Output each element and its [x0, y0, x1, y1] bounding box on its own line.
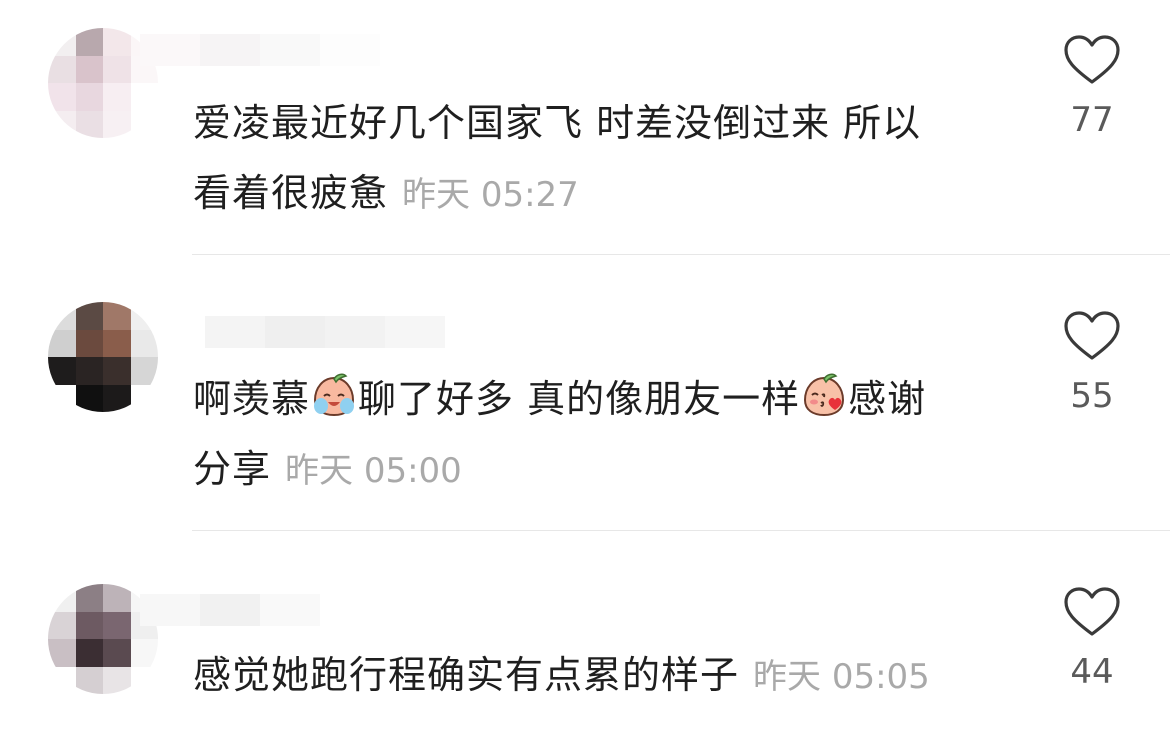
avatar-mosaic-cell: [103, 639, 131, 667]
comment-text-segment: 啊羡慕: [193, 377, 311, 421]
comment-text-line: 看着很疲惫 昨天 05:27: [193, 158, 1013, 230]
like-button[interactable]: 55: [1052, 310, 1132, 416]
username[interactable]: [205, 316, 445, 348]
avatar-mosaic-cell: [48, 110, 76, 138]
avatar-mosaic-cell: [75, 639, 103, 667]
comment-time: 昨天 05:05: [753, 657, 930, 697]
avatar-mosaic-cell: [103, 302, 131, 330]
comment-text-tail: 看着很疲惫: [193, 171, 389, 215]
avatar-mosaic-cell: [48, 55, 76, 83]
avatar-mosaic-cell: [103, 28, 131, 56]
avatar-mosaic-cell: [130, 666, 158, 694]
avatar-mosaic-cell: [103, 357, 131, 385]
avatar-mosaic-cell: [103, 611, 131, 639]
comment-text: 感觉她跑行程确实有点累的样子 昨天 05:05: [193, 640, 1013, 712]
avatar-mosaic-cell: [48, 28, 76, 56]
avatar-mosaic-cell: [130, 639, 158, 667]
comment-text-line: 分享 昨天 05:00: [193, 434, 1013, 506]
avatar-mosaic-cell: [48, 357, 76, 385]
avatar-mosaic-cell: [48, 83, 76, 111]
avatar[interactable]: [48, 302, 158, 412]
divider: [192, 530, 1170, 531]
comment-text-segment: 聊了好多 真的像朋友一样: [358, 377, 801, 421]
like-button[interactable]: 77: [1052, 34, 1132, 140]
like-count: 55: [1070, 376, 1114, 416]
avatar-mosaic-cell: [103, 83, 131, 111]
comment-time: 昨天 05:00: [285, 451, 462, 491]
crying-peach-emoji: [314, 373, 355, 417]
comment-text-line: 爱凌最近好几个国家飞 时差没倒过来 所以: [193, 101, 922, 145]
avatar-mosaic-cell: [103, 384, 131, 412]
avatar-mosaic-cell: [75, 302, 103, 330]
avatar-mosaic-cell: [130, 302, 158, 330]
comment-time: 昨天 05:27: [402, 175, 579, 215]
comment-text-line: 感觉她跑行程确实有点累的样子 昨天 05:05: [193, 640, 1013, 712]
like-button[interactable]: 44: [1052, 586, 1132, 692]
avatar-mosaic-cell: [48, 639, 76, 667]
comment-list: 爱凌最近好几个国家飞 时差没倒过来 所以 看着很疲惫 昨天 05:27 77 啊羡…: [0, 0, 1170, 736]
comment-text-segment: 感谢: [848, 377, 927, 421]
avatar-mosaic-cell: [48, 666, 76, 694]
comment-text-line: 啊羡慕 聊了好多 真的像朋友一样 感谢: [193, 364, 1013, 434]
avatar-mosaic-cell: [75, 28, 103, 56]
avatar-mosaic-cell: [75, 83, 103, 111]
avatar-mosaic-cell: [48, 384, 76, 412]
avatar-mosaic-cell: [75, 357, 103, 385]
avatar-mosaic-cell: [130, 357, 158, 385]
avatar-mosaic-cell: [48, 329, 76, 357]
divider: [192, 254, 1170, 255]
avatar-mosaic-cell: [103, 110, 131, 138]
avatar-mosaic-cell: [130, 329, 158, 357]
avatar-mosaic-cell: [103, 329, 131, 357]
avatar-mosaic-cell: [103, 55, 131, 83]
avatar-mosaic-cell: [130, 110, 158, 138]
avatar-mosaic-cell: [75, 384, 103, 412]
avatar-mosaic-cell: [130, 384, 158, 412]
avatar-mosaic-cell: [130, 83, 158, 111]
heart-icon: [1064, 587, 1120, 636]
avatar-mosaic-cell: [75, 55, 103, 83]
avatar-mosaic-cell: [75, 584, 103, 612]
avatar-mosaic-cell: [75, 329, 103, 357]
avatar-mosaic-cell: [103, 666, 131, 694]
like-count: 44: [1070, 652, 1114, 692]
username[interactable]: [140, 594, 320, 626]
heart-icon: [1064, 311, 1120, 360]
avatar-mosaic-cell: [48, 302, 76, 330]
comment-text: 爱凌最近好几个国家飞 时差没倒过来 所以 看着很疲惫 昨天 05:27: [193, 88, 1013, 230]
heart-icon: [1064, 35, 1120, 84]
avatar-mosaic-cell: [75, 611, 103, 639]
avatar-mosaic-cell: [75, 666, 103, 694]
comment-text-content: 感觉她跑行程确实有点累的样子: [193, 653, 740, 697]
like-count: 77: [1070, 100, 1114, 140]
avatar-mosaic-cell: [103, 584, 131, 612]
avatar-mosaic-cell: [48, 584, 76, 612]
username[interactable]: [140, 34, 380, 66]
avatar-mosaic-cell: [48, 611, 76, 639]
avatar-mosaic-cell: [75, 110, 103, 138]
comment-text: 啊羡慕 聊了好多 真的像朋友一样 感谢 分享 昨天 05:00: [193, 364, 1013, 506]
comment-text-tail: 分享: [193, 447, 272, 491]
kiss-peach-emoji: [804, 373, 845, 417]
